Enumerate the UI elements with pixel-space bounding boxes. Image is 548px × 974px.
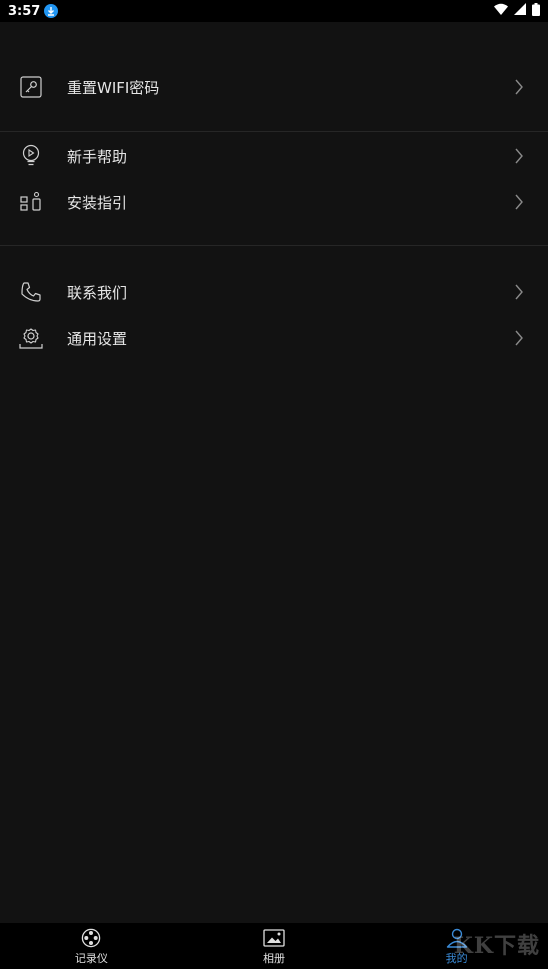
menu-item-reset-wifi[interactable]: 重置WIFI密码 — [0, 64, 548, 110]
section-divider — [0, 131, 548, 132]
key-icon — [19, 75, 43, 99]
lightbulb-icon — [19, 144, 43, 168]
nav-tab-recorder[interactable]: 记录仪 — [0, 923, 183, 969]
status-time: 3:57 — [8, 3, 41, 19]
wifi-icon — [494, 3, 508, 19]
aperture-icon — [80, 927, 102, 949]
nav-label-recorder: 记录仪 — [74, 951, 108, 965]
nav-label-album: 相册 — [263, 951, 285, 965]
menu-item-help[interactable]: 新手帮助 — [0, 133, 548, 179]
chevron-right-icon — [514, 330, 526, 346]
nav-tab-album[interactable]: 相册 — [183, 923, 366, 969]
menu-item-install-guide[interactable]: 安装指引 — [0, 179, 548, 225]
watermark: KK下载 — [453, 933, 540, 959]
chevron-right-icon — [514, 148, 526, 164]
chevron-right-icon — [514, 194, 526, 210]
install-guide-icon — [19, 190, 43, 214]
menu-item-settings[interactable]: 通用设置 — [0, 315, 548, 361]
photo-album-icon — [263, 927, 285, 949]
menu-label-contact: 联系我们 — [67, 283, 128, 302]
menu-item-contact[interactable]: 联系我们 — [0, 269, 548, 315]
phone-icon — [19, 280, 43, 304]
chevron-right-icon — [514, 284, 526, 300]
battery-icon — [532, 2, 540, 20]
menu-label-settings: 通用设置 — [67, 329, 128, 348]
status-bar: 3:57 — [0, 0, 548, 22]
menu-label-install-guide: 安装指引 — [67, 193, 128, 212]
menu-label-help: 新手帮助 — [67, 147, 128, 166]
bottom-edge — [0, 969, 548, 974]
menu-label-reset-wifi: 重置WIFI密码 — [67, 78, 160, 97]
signal-icon — [514, 3, 526, 19]
gear-icon — [19, 326, 43, 350]
chevron-right-icon — [514, 79, 526, 95]
section-divider — [0, 245, 548, 246]
download-icon — [44, 4, 59, 18]
